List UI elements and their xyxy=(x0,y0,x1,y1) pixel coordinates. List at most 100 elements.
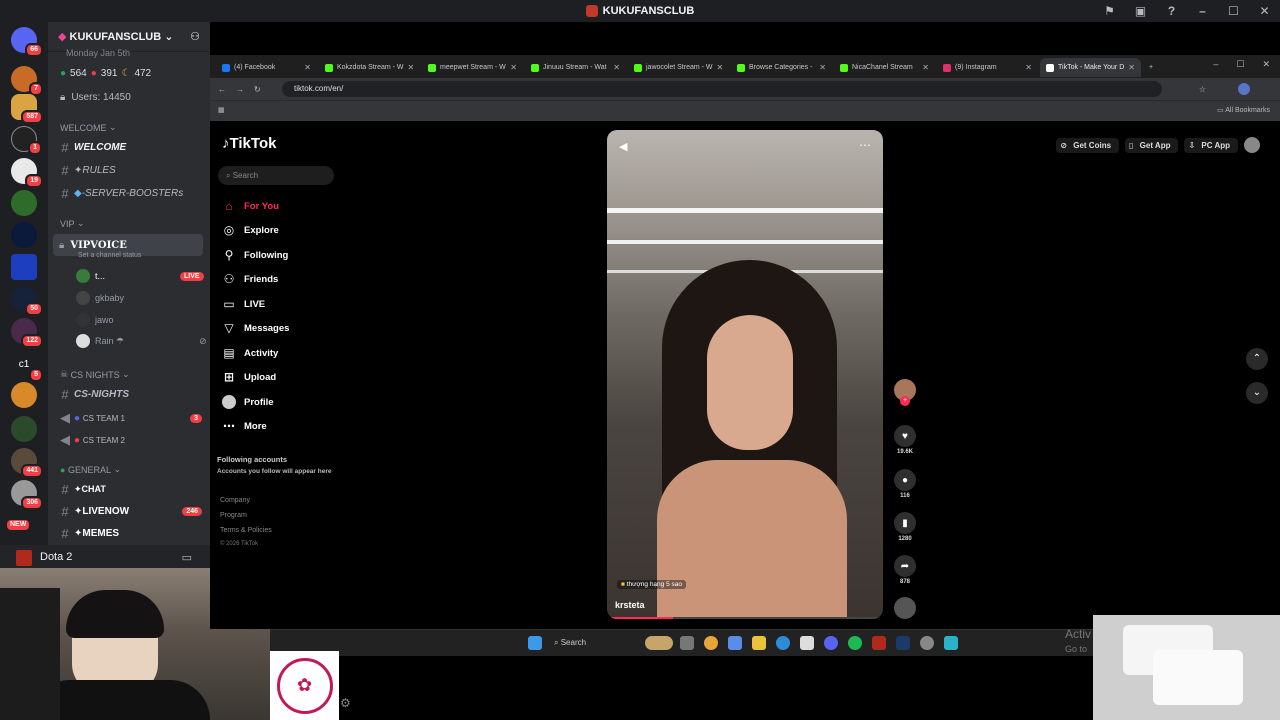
reload-icon[interactable]: ↻ xyxy=(254,85,261,94)
all-bookmarks[interactable]: ▭ All Bookmarks xyxy=(1217,106,1270,114)
app-icon[interactable] xyxy=(920,636,934,650)
server-icon[interactable]: 50 xyxy=(11,286,43,316)
video-player[interactable]: ◀︎ ⋯ ■ thượng hạng 5 sao krsteta xyxy=(607,130,883,619)
pc-app-button[interactable]: ⇩ PC App xyxy=(1184,137,1238,153)
screen-share-icon[interactable]: ▣ xyxy=(1125,4,1156,18)
scroll-up-button[interactable]: ⌃ xyxy=(1246,348,1268,370)
steam-icon[interactable] xyxy=(896,636,910,650)
get-coins-button[interactable]: ⊘ Get Coins xyxy=(1056,137,1120,153)
channel-memes[interactable]: # ✦MEMES xyxy=(48,526,210,541)
url-input[interactable]: tiktok.com/en/ xyxy=(282,81,1162,97)
browser-tab[interactable]: NicaChanel Stream ✕ xyxy=(834,58,935,77)
file-explorer-icon[interactable] xyxy=(752,636,766,650)
video-username[interactable]: krsteta xyxy=(615,600,645,610)
server-icon[interactable]: 1 xyxy=(11,126,42,155)
browser-tab[interactable]: Browse Categories - ✕ xyxy=(731,58,832,77)
server-icon[interactable]: c1 5 xyxy=(11,352,43,382)
voice-user[interactable]: jawo xyxy=(76,313,114,327)
scroll-down-button[interactable]: ⌄ xyxy=(1246,382,1268,404)
maximize-button[interactable]: ☐ xyxy=(1236,59,1244,70)
server-icon[interactable] xyxy=(11,190,37,216)
comment-button[interactable]: ● 116 xyxy=(894,469,916,499)
maximize-button[interactable]: ☐ xyxy=(1218,4,1249,18)
footer-company[interactable]: Company xyxy=(220,497,250,504)
close-button[interactable]: ✕ xyxy=(1262,59,1270,70)
chrome-icon[interactable] xyxy=(704,636,718,650)
nav-profile[interactable]: Profile xyxy=(222,395,274,409)
channel-livenow[interactable]: # ✦LIVENOW 246 xyxy=(48,504,210,519)
voice-channel-cs-team-2[interactable]: ◀︎ ● CS TEAM 2 xyxy=(48,432,210,448)
footer-terms[interactable]: Terms & Policies xyxy=(220,527,272,534)
discord-icon[interactable] xyxy=(824,636,838,650)
nav-explore[interactable]: ◎ Explore xyxy=(222,223,279,237)
voice-user[interactable]: t... LIVE xyxy=(76,269,212,283)
browser-tab[interactable]: (9) Instagram ✕ xyxy=(937,58,1038,77)
spotify-icon[interactable] xyxy=(848,636,862,650)
copilot-icon[interactable] xyxy=(728,636,742,650)
browser-tab[interactable]: jawocolet Stream - W ✕ xyxy=(628,58,729,77)
channel-welcome[interactable]: # WELCOME xyxy=(48,140,210,155)
category-welcome[interactable]: WELCOME ⌄ xyxy=(60,122,222,133)
nav-more[interactable]: ⋯ More xyxy=(222,419,267,433)
browser-tab[interactable]: Jinuuu Stream - Wat ✕ xyxy=(525,58,626,77)
nav-upload[interactable]: ⊞ Upload xyxy=(222,370,276,384)
server-icon[interactable] xyxy=(11,416,37,442)
server-icon[interactable]: 7 xyxy=(11,66,43,96)
channel-rules[interactable]: # ✦RULES xyxy=(48,163,210,178)
server-icon[interactable]: 122 xyxy=(11,318,43,348)
activity-bar[interactable]: Dota 2 ▭ xyxy=(0,545,210,569)
task-view-icon[interactable] xyxy=(680,636,694,650)
browser-tab[interactable]: Kokzdota Stream - W ✕ xyxy=(319,58,420,77)
voice-user[interactable]: Rain ☂ ⊘ xyxy=(76,334,207,348)
get-app-button[interactable]: ▯ Get App xyxy=(1125,137,1179,153)
browser-tab[interactable]: (4) Facebook ✕ xyxy=(216,58,317,77)
inbox-icon[interactable]: ⚑ xyxy=(1094,4,1125,18)
browser-tab-active[interactable]: TikTok - Make Your D ✕ xyxy=(1040,58,1141,77)
dota-icon[interactable] xyxy=(872,636,886,650)
screen-icon[interactable]: ▭ xyxy=(182,551,192,564)
category-vip[interactable]: VIP ⌄ xyxy=(60,218,222,229)
nav-friends[interactable]: ⚇ Friends xyxy=(222,272,279,286)
music-disc[interactable] xyxy=(894,597,916,619)
new-badge[interactable]: NEW xyxy=(5,512,37,538)
server-icon[interactable] xyxy=(11,254,37,280)
channel-cs-nights[interactable]: # CS-NIGHTS xyxy=(48,387,210,402)
footer-program[interactable]: Program xyxy=(220,512,247,519)
back-icon[interactable]: ← xyxy=(218,85,226,94)
new-tab-button[interactable]: + xyxy=(1143,58,1163,77)
mute-icon[interactable]: ◀︎ xyxy=(619,140,627,153)
category-cs-nights[interactable]: ☠ CS NIGHTS ⌄ xyxy=(60,369,222,380)
tiktok-logo[interactable]: ♪TikTok xyxy=(222,135,276,152)
search-input[interactable]: ⌕ Search xyxy=(218,166,334,185)
video-progress[interactable] xyxy=(607,617,883,619)
add-user-icon[interactable]: ⚇ xyxy=(190,30,200,43)
edge-icon[interactable] xyxy=(776,636,790,650)
more-options-icon[interactable]: ⋯ xyxy=(859,138,871,152)
server-icon[interactable]: 19 xyxy=(11,158,43,188)
creator-avatar[interactable]: + xyxy=(894,379,916,406)
server-icon[interactable] xyxy=(11,222,37,248)
star-icon[interactable]: ☆ xyxy=(1199,85,1206,94)
direct-messages-icon[interactable]: 66 xyxy=(11,27,43,57)
nav-live[interactable]: ▭ LIVE xyxy=(222,297,265,311)
forward-icon[interactable]: → xyxy=(236,85,244,94)
nav-messages[interactable]: ▽ Messages xyxy=(222,321,289,335)
minimize-button[interactable]: – xyxy=(1213,59,1218,70)
close-button[interactable]: ✕ xyxy=(1249,4,1280,18)
store-icon[interactable] xyxy=(800,636,814,650)
user-avatar[interactable] xyxy=(1244,137,1260,153)
minimize-button[interactable]: – xyxy=(1187,4,1218,18)
profile-icon[interactable] xyxy=(1238,83,1250,95)
channel-server-boosters[interactable]: # ◆ -SERVER-BOOSTERs xyxy=(48,186,210,201)
channel-chat[interactable]: # ✦CHAT xyxy=(48,482,210,497)
nav-activity[interactable]: ▤ Activity xyxy=(222,346,278,360)
voice-channel-cs-team-1[interactable]: ◀︎ ● CS TEAM 13 xyxy=(48,410,210,426)
server-icon[interactable]: 441 xyxy=(11,448,43,478)
server-icon[interactable]: 587 xyxy=(11,94,43,124)
server-icon[interactable]: 306 xyxy=(11,480,43,510)
widgets-icon[interactable] xyxy=(645,636,673,650)
category-general[interactable]: ● GENERAL ⌄ xyxy=(60,464,222,475)
server-icon[interactable] xyxy=(11,382,37,408)
voice-user[interactable]: gkbaby xyxy=(76,291,124,305)
nav-following[interactable]: ⚲ Following xyxy=(222,248,289,262)
